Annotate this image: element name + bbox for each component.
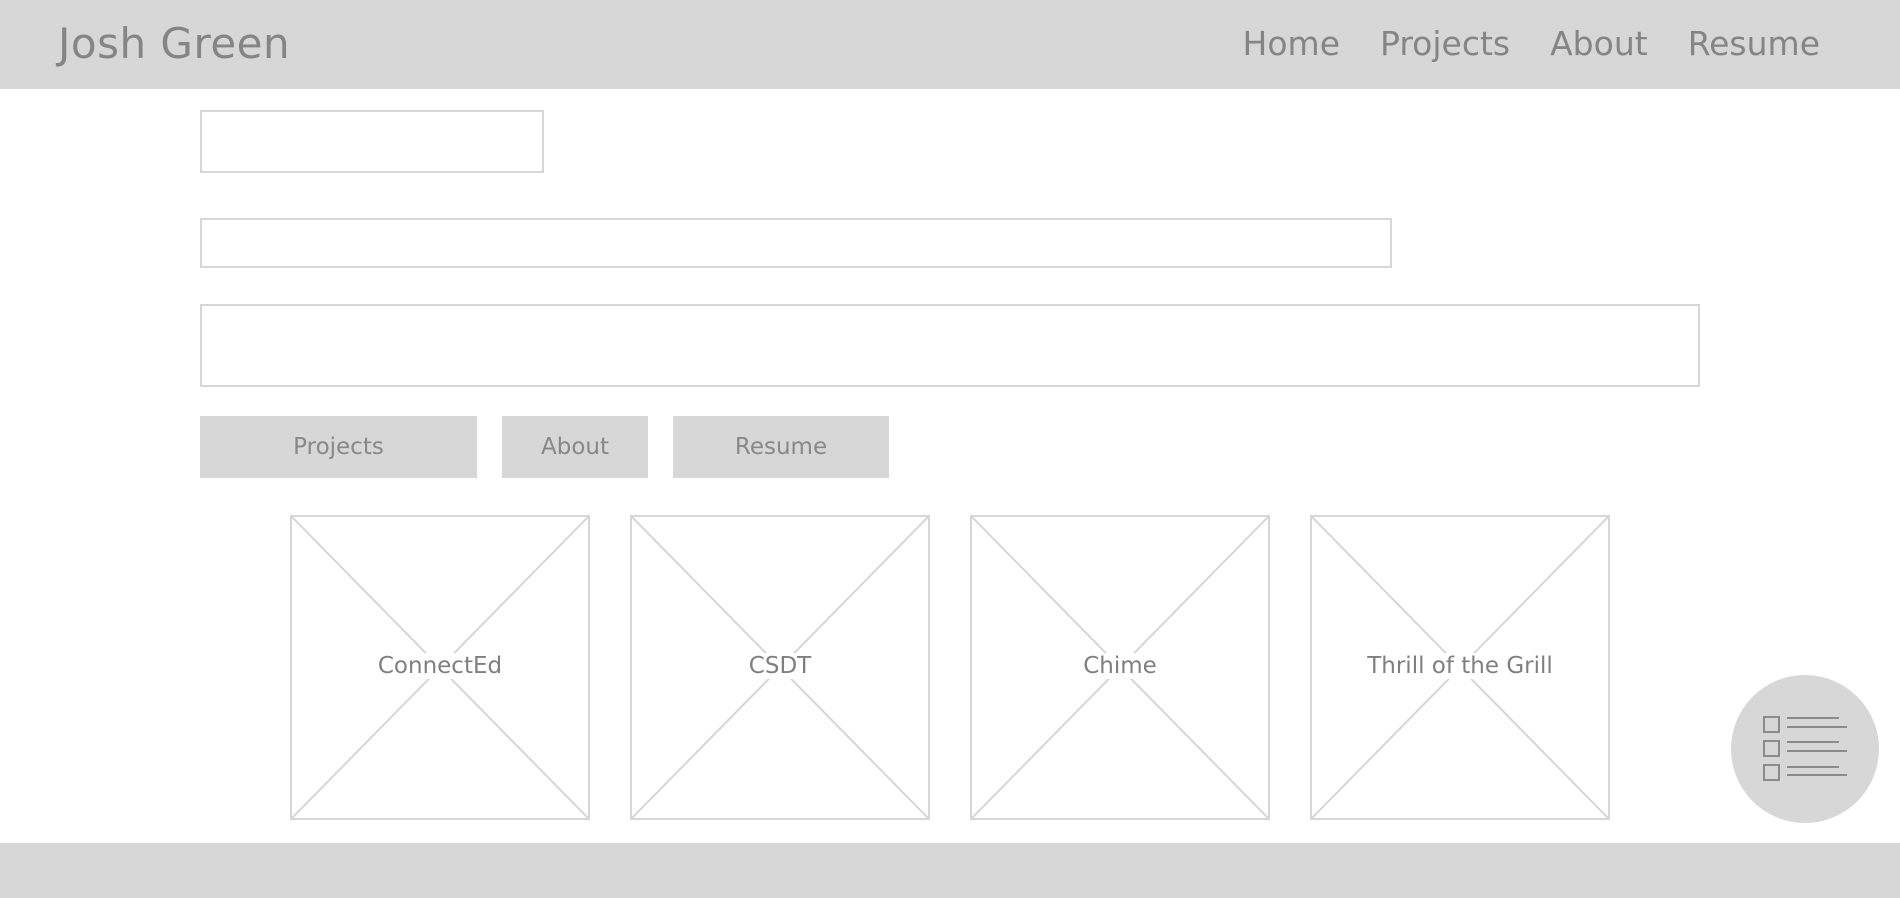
project-card-chime[interactable]: Chime [970,515,1270,820]
project-card-thrill-of-the-grill[interactable]: Thrill of the Grill [1310,515,1610,820]
resume-button[interactable]: Resume [673,416,889,478]
project-card-connected[interactable]: ConnectEd [290,515,590,820]
footer [0,843,1900,898]
projects-button[interactable]: Projects [200,416,477,478]
nav-home[interactable]: Home [1243,24,1340,63]
project-card-label: CSDT [632,653,928,679]
project-card-label: ConnectEd [292,653,588,679]
header: Josh Green Home Projects About Resume [0,0,1900,89]
placeholder-box-medium [200,218,1392,268]
checklist-button[interactable] [1731,675,1879,823]
nav-about[interactable]: About [1550,24,1648,63]
checklist-icon [1763,716,1847,781]
project-card-label: Chime [972,653,1268,679]
nav-projects[interactable]: Projects [1380,24,1510,63]
site-title[interactable]: Josh Green [58,19,290,68]
nav-resume[interactable]: Resume [1688,24,1820,63]
about-button[interactable]: About [502,416,648,478]
project-card-label: Thrill of the Grill [1312,653,1608,679]
placeholder-box-small [200,110,544,173]
placeholder-box-large [200,304,1700,387]
project-card-csdt[interactable]: CSDT [630,515,930,820]
main-nav: Home Projects About Resume [1243,24,1820,63]
